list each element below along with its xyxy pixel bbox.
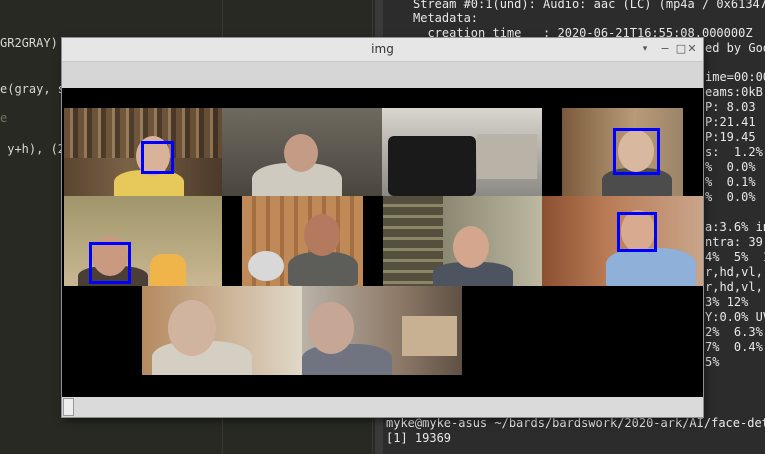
terminal-line: Metadata: xyxy=(413,11,479,25)
terminal-line: r,hd,vl, xyxy=(705,280,763,294)
code-line: GR2GRAY) xyxy=(0,36,58,50)
window-statusbar xyxy=(62,397,703,417)
terminal-line: 4% 5% 1 xyxy=(705,250,765,264)
terminal-line: ntra: 39 xyxy=(705,235,763,249)
code-line: e(gray, s xyxy=(0,82,66,96)
terminal-line: r,hd,vl, xyxy=(705,265,763,279)
terminal-line: 2% 6.3% xyxy=(705,325,763,339)
terminal-line: 7% 0.4% xyxy=(705,340,763,354)
terminal-line: % 0.0% xyxy=(705,160,756,174)
participant-tile xyxy=(242,196,363,286)
terminal-line: 3% 12% xyxy=(705,295,749,309)
terminal-line: P: 8.03 xyxy=(705,100,756,114)
terminal-line: Stream #0:1(und): Audio: aac (LC) (mp4a … xyxy=(413,0,765,11)
face-detection-box xyxy=(89,242,131,284)
participant-tile xyxy=(562,108,683,196)
terminal-line: a:3.6% in xyxy=(705,220,765,234)
participant-tile-gap xyxy=(363,196,383,286)
participant-tile xyxy=(542,196,703,286)
code-line: e xyxy=(0,111,8,125)
video-grid-canvas xyxy=(62,88,703,397)
status-indicator xyxy=(63,398,74,416)
participant-tile-gap xyxy=(222,196,242,286)
terminal-line: % 0.0% xyxy=(705,190,756,204)
terminal-line: ed by Goo xyxy=(705,41,765,55)
window-toolbar xyxy=(62,62,703,88)
terminal-line: s: 1.2% xyxy=(705,145,763,159)
participant-tile xyxy=(302,286,462,375)
participant-tile xyxy=(383,196,542,286)
participant-tile-gap xyxy=(542,108,562,196)
terminal-line: P:21.41 xyxy=(705,115,756,129)
face-detection-box xyxy=(617,212,657,252)
face-detection-box xyxy=(613,128,660,175)
image-window[interactable]: img ▾ − □ ✕ xyxy=(62,38,703,417)
terminal-job: [1] 19369 xyxy=(386,431,452,445)
participant-tile xyxy=(142,286,302,375)
code-line: y+h), (2 xyxy=(0,142,66,156)
participant-tile xyxy=(64,108,222,196)
participant-tile xyxy=(64,196,222,286)
menu-arrow-icon[interactable]: ▾ xyxy=(637,41,653,57)
face-detection-box xyxy=(141,141,174,174)
terminal-line: eams:0kB ( xyxy=(705,85,763,99)
close-button[interactable]: ✕ xyxy=(684,41,700,57)
window-titlebar[interactable]: img ▾ − □ ✕ xyxy=(62,38,703,62)
terminal-line: ime=00:00 xyxy=(705,70,765,84)
participant-tile xyxy=(222,108,382,196)
participant-tile xyxy=(382,108,542,196)
terminal-line: % 0.1% xyxy=(705,175,756,189)
terminal-line: P:19.45 xyxy=(705,130,756,144)
minimize-button[interactable]: − xyxy=(657,41,673,57)
window-title: img xyxy=(371,42,394,56)
terminal-prompt: myke@myke-asus ~/bards/bardswork/2020-ar… xyxy=(386,416,765,430)
terminal-line: 5% xyxy=(705,355,720,369)
terminal-line: Y:0.0% UV xyxy=(705,310,765,324)
